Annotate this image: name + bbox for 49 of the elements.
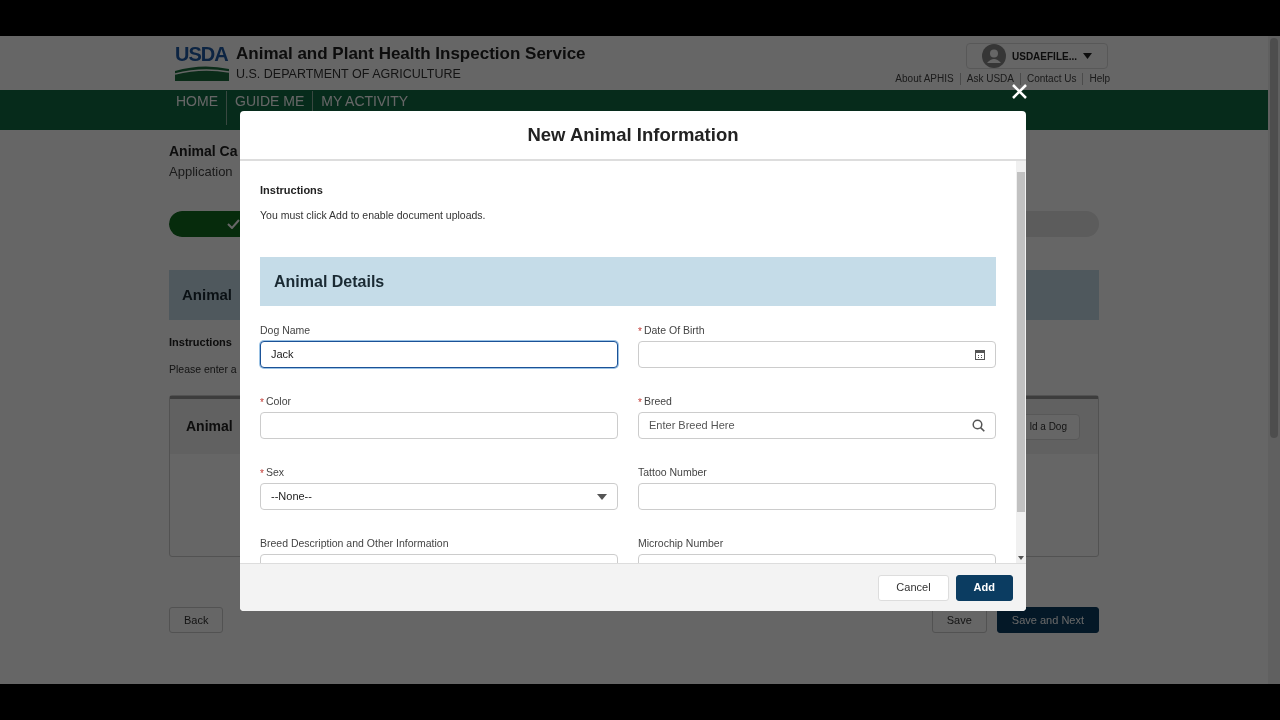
required-mark: *: [260, 466, 264, 481]
user-menu-button[interactable]: USDAEFILE...: [966, 43, 1108, 69]
nav-link[interactable]: HOME: [168, 91, 226, 125]
search-icon[interactable]: [972, 419, 985, 432]
scroll-down-icon[interactable]: [1018, 556, 1024, 560]
calendar-icon[interactable]: [975, 349, 985, 360]
required-mark: *: [638, 324, 642, 339]
field-label: Date Of Birth: [643, 323, 705, 339]
instructions-label: Instructions: [169, 335, 233, 349]
field-label: Tattoo Number: [638, 465, 707, 481]
field-label: Breed: [643, 394, 672, 410]
input-field[interactable]: Jack: [260, 341, 618, 368]
secondary-button[interactable]: Cancel: [878, 574, 949, 601]
primary-button[interactable]: Add: [955, 574, 1013, 601]
agency-title: Animal and Plant Health Inspection Service: [236, 43, 586, 65]
header-link[interactable]: Help: [1082, 73, 1116, 85]
field-label: Color: [265, 394, 291, 410]
scrollbar-thumb[interactable]: [1017, 172, 1025, 512]
avatar-icon: [982, 44, 1006, 68]
close-icon[interactable]: [1012, 84, 1027, 99]
input-field[interactable]: [260, 412, 618, 439]
required-mark: *: [638, 395, 642, 410]
search-field[interactable]: Enter Breed Here: [638, 412, 996, 439]
field-label: Sex: [265, 465, 284, 481]
section-title: Animal Details: [274, 271, 385, 292]
card-title: Animal: [186, 417, 233, 436]
page-subtitle: Application: [169, 163, 234, 181]
department-name: U.S. DEPARTMENT OF AGRICULTURE: [236, 66, 462, 83]
secondary-button[interactable]: Back: [169, 607, 224, 633]
field-label: Dog Name: [260, 323, 311, 339]
field-label: Breed Description and Other Information: [260, 536, 449, 552]
date-field[interactable]: [638, 341, 996, 368]
header-link[interactable]: Ask USDA: [959, 73, 1020, 85]
instructions-text: Please enter a: [169, 362, 238, 376]
panel-title: Animal: [182, 284, 232, 305]
caret-icon: [1083, 53, 1092, 59]
modal-title: New Animal Information: [527, 123, 739, 148]
header-link[interactable]: Contact Us: [1019, 73, 1083, 85]
input-field[interactable]: [638, 483, 996, 510]
field-label: Microchip Number: [638, 536, 724, 552]
primary-button[interactable]: Save and Next: [996, 607, 1099, 633]
select-dropdown[interactable]: --None--: [260, 483, 618, 510]
instructions-text: You must click Add to enable document uploads.: [260, 208, 487, 222]
instructions-label: Instructions: [260, 183, 324, 197]
required-mark: *: [260, 395, 264, 410]
usda-logo: USDA: [175, 43, 229, 82]
header-link[interactable]: About APHIS: [889, 73, 960, 85]
page-title: Animal Ca: [169, 142, 239, 160]
caret-icon: [597, 493, 607, 500]
